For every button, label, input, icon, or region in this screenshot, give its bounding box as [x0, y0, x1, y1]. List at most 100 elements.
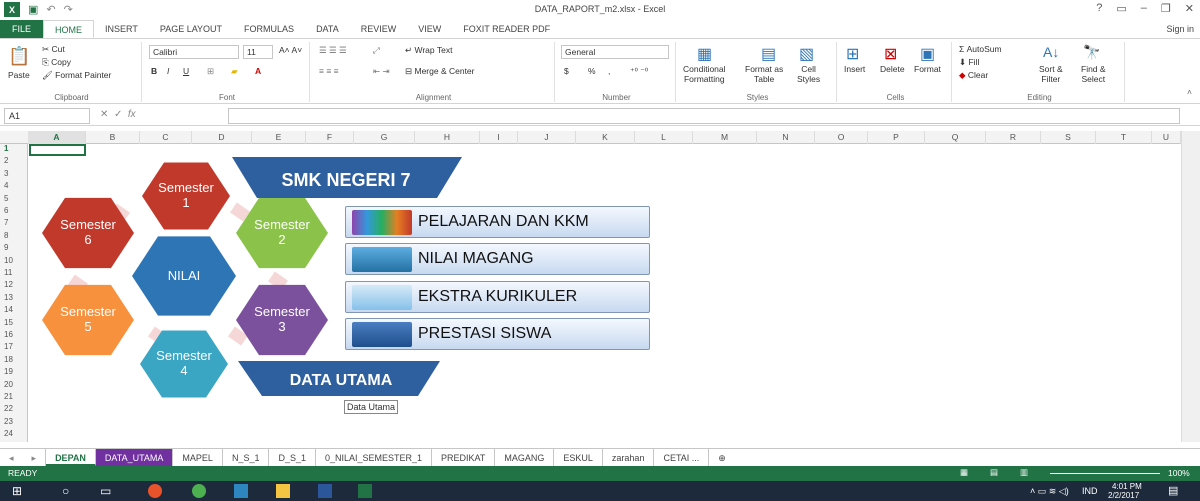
sheet-tab-mapel[interactable]: MAPEL [173, 449, 223, 466]
column-header-t[interactable]: T [1096, 131, 1152, 144]
menu-prestasi-button[interactable]: PRESTASI SISWA [345, 318, 650, 350]
sheet-tab-cetak[interactable]: CETAI ... [654, 449, 710, 466]
column-header-a[interactable]: A [28, 131, 86, 144]
sheet-tab-depan[interactable]: DEPAN [46, 449, 96, 466]
tab-view[interactable]: VIEW [407, 20, 452, 38]
row-header-17[interactable]: 17 [0, 342, 28, 352]
tab-home[interactable]: HOME [43, 20, 95, 38]
column-header-f[interactable]: F [306, 131, 354, 144]
paste-icon[interactable]: 📋 [8, 46, 30, 67]
row-header-19[interactable]: 19 [0, 367, 28, 377]
clock-date[interactable]: 2/2/2017 [1108, 491, 1139, 500]
notifications-icon[interactable]: ▤ [1168, 484, 1178, 497]
menu-eskul-button[interactable]: EKSTRA KURIKULER [345, 281, 650, 313]
italic-button[interactable]: I [167, 66, 169, 76]
row-header-4[interactable]: 4 [0, 181, 28, 191]
row-header-6[interactable]: 6 [0, 206, 28, 216]
row-header-18[interactable]: 18 [0, 355, 28, 365]
column-header-o[interactable]: O [815, 131, 868, 144]
close-button[interactable]: ✕ [1185, 2, 1194, 15]
row-header-10[interactable]: 10 [0, 256, 28, 266]
row-header-21[interactable]: 21 [0, 392, 28, 402]
tab-data[interactable]: DATA [305, 20, 350, 38]
insert-cells-icon[interactable]: ⊞ [846, 44, 859, 64]
help-button[interactable]: ? [1096, 2, 1102, 15]
font-size-select[interactable]: 11 [243, 45, 273, 59]
minimize-button[interactable]: – [1141, 2, 1147, 15]
column-header-s[interactable]: S [1041, 131, 1096, 144]
menu-magang-button[interactable]: NILAI MAGANG [345, 243, 650, 275]
sheet-tab-ns1[interactable]: N_S_1 [223, 449, 270, 466]
paste-button[interactable]: Paste [8, 70, 30, 80]
view-pagebreak-icon[interactable]: ▥ [1020, 467, 1028, 478]
column-header-l[interactable]: L [635, 131, 693, 144]
row-header-7[interactable]: 7 [0, 218, 28, 228]
view-layout-icon[interactable]: ▤ [990, 467, 998, 478]
format-cells-icon[interactable]: ▣ [920, 44, 935, 64]
column-header-c[interactable]: C [140, 131, 192, 144]
row-header-13[interactable]: 13 [0, 293, 28, 303]
decimal-icon[interactable]: ⁺⁰ ⁻⁰ [630, 66, 648, 77]
windows-start-icon[interactable]: ⊞ [12, 484, 26, 498]
sheet-tab-zarahan[interactable]: zarahan [603, 449, 655, 466]
zoom-slider[interactable] [1050, 473, 1160, 474]
format-button[interactable]: Format [914, 64, 941, 74]
font-name-select[interactable]: Calibri [149, 45, 239, 59]
tab-insert[interactable]: INSERT [94, 20, 149, 38]
sheet-tab-ds1[interactable]: D_S_1 [269, 449, 316, 466]
cut-button[interactable]: Cut [51, 44, 64, 54]
column-header-r[interactable]: R [986, 131, 1041, 144]
borders-icon[interactable]: ⊞ [207, 66, 214, 77]
fill-color-icon[interactable]: ▰ [231, 66, 238, 77]
file-explorer-icon[interactable] [276, 484, 290, 498]
indent-icon[interactable]: ⇤ ⇥ [373, 66, 390, 77]
row-header-8[interactable]: 8 [0, 231, 28, 241]
tab-file[interactable]: FILE [0, 20, 44, 38]
fx-icon[interactable]: fx [128, 109, 136, 120]
ribbon-display-icon[interactable]: ▭ [1116, 2, 1126, 15]
format-painter-icon[interactable]: 🖌 [42, 70, 55, 80]
column-header-u[interactable]: U [1152, 131, 1181, 144]
tab-page-layout[interactable]: PAGE LAYOUT [149, 20, 233, 38]
column-header-q[interactable]: Q [925, 131, 986, 144]
formula-input[interactable] [228, 108, 1180, 124]
align-left-icon[interactable]: ≡ ≡ ≡ [319, 66, 339, 76]
language-indicator[interactable]: IND [1082, 486, 1098, 496]
add-sheet-icon[interactable]: ⊕ [709, 449, 735, 466]
cancel-icon[interactable]: ✕ [100, 109, 108, 120]
media-icon[interactable] [234, 484, 248, 498]
row-header-2[interactable]: 2 [0, 156, 28, 166]
align-top-icon[interactable]: ☰ ☰ ☰ [319, 45, 347, 56]
grow-font-icon[interactable]: A˄ A˅ [279, 45, 302, 55]
column-header-e[interactable]: E [252, 131, 306, 144]
selected-cell[interactable] [29, 144, 86, 156]
autosum-icon[interactable]: Σ [959, 44, 967, 54]
conditional-formatting-icon[interactable]: ▦ [697, 44, 712, 64]
delete-button[interactable]: Delete [880, 64, 905, 74]
name-box[interactable]: A1 [4, 108, 90, 124]
clear-icon[interactable]: ◆ [959, 70, 968, 80]
sheet-tab-data-utama[interactable]: DATA_UTAMA [95, 449, 174, 466]
column-header-k[interactable]: K [576, 131, 635, 144]
clock-time[interactable]: 4:01 PM [1112, 482, 1142, 491]
merge-center-button[interactable]: Merge & Center [414, 66, 474, 76]
sort-filter-icon[interactable]: A↓ [1043, 44, 1059, 60]
row-header-20[interactable]: 20 [0, 380, 28, 390]
cell-styles-icon[interactable]: ▧ [799, 44, 814, 64]
wrap-text-button[interactable]: Wrap Text [414, 45, 452, 55]
column-header-h[interactable]: H [415, 131, 480, 144]
copy-icon[interactable]: ⎘ [42, 57, 51, 67]
autosum-button[interactable]: AutoSum [967, 44, 1002, 54]
font-color-icon[interactable]: A [255, 66, 261, 76]
column-header-g[interactable]: G [354, 131, 415, 144]
menu-pelajaran-button[interactable]: PELAJARAN DAN KKM [345, 206, 650, 238]
excel-taskbar-icon[interactable] [358, 484, 372, 498]
row-header-12[interactable]: 12 [0, 280, 28, 290]
insert-button[interactable]: Insert [844, 64, 865, 74]
search-icon[interactable]: ○ [62, 484, 76, 498]
row-header-9[interactable]: 9 [0, 243, 28, 253]
copy-button[interactable]: Copy [51, 57, 71, 67]
underline-button[interactable]: U [183, 66, 189, 76]
row-header-23[interactable]: 23 [0, 417, 28, 427]
clear-button[interactable]: Clear [968, 70, 988, 80]
